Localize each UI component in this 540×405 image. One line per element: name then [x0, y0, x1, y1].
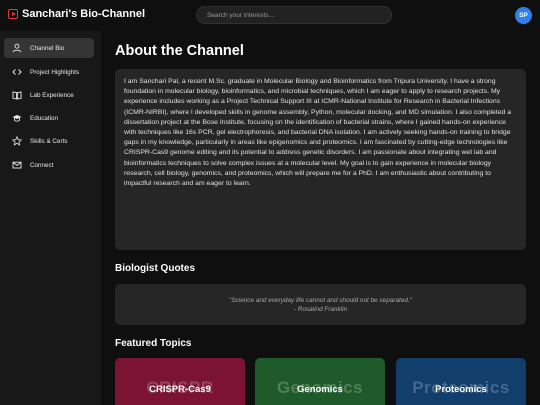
- sidebar-item-label: Connect: [30, 161, 54, 169]
- quote-text: "Science and everyday life cannot and sh…: [229, 296, 412, 304]
- topic-card-crispr[interactable]: CRISPR CRISPR-Cas9: [115, 358, 245, 405]
- code-icon: [12, 67, 22, 77]
- sidebar-item-connect[interactable]: Connect: [4, 155, 94, 175]
- sidebar-item-lab-experience[interactable]: Lab Experience: [4, 85, 94, 105]
- user-icon: [12, 43, 22, 53]
- bio-text: I am Sanchari Pal, a recent M.Sc. gradua…: [124, 78, 512, 188]
- main-content: About the Channel I am Sanchari Pal, a r…: [101, 31, 540, 405]
- quote-author: - Rosalind Franklin: [293, 305, 348, 313]
- graduation-cap-icon: [12, 113, 22, 123]
- sidebar-item-label: Project Highlights: [30, 68, 79, 76]
- avatar[interactable]: SP: [515, 7, 532, 24]
- topic-label: Genomics: [297, 384, 343, 395]
- sidebar-item-project-highlights[interactable]: Project Highlights: [4, 62, 94, 82]
- quote-card: "Science and everyday life cannot and sh…: [115, 284, 526, 325]
- sidebar: Channel Bio Project Highlights Lab Exper…: [0, 31, 101, 405]
- topic-card-proteomics[interactable]: Proteomics Proteomics: [396, 358, 526, 405]
- quotes-heading: Biologist Quotes: [115, 263, 195, 274]
- top-bar: Sanchari's Bio-Channel SP: [0, 0, 540, 31]
- star-icon: [12, 136, 22, 146]
- topic-label: CRISPR-Cas9: [149, 384, 211, 395]
- sidebar-item-channel-bio[interactable]: Channel Bio: [4, 38, 94, 58]
- sidebar-item-label: Education: [30, 114, 59, 122]
- book-icon: [12, 90, 22, 100]
- topic-label: Proteomics: [435, 384, 487, 395]
- app-title[interactable]: Sanchari's Bio-Channel: [22, 8, 145, 20]
- sidebar-item-label: Skills & Certs: [30, 137, 68, 145]
- sidebar-item-skills-certs[interactable]: Skills & Certs: [4, 131, 94, 151]
- envelope-icon: [12, 160, 22, 170]
- sidebar-item-label: Channel Bio: [30, 44, 65, 52]
- page-title: About the Channel: [115, 43, 244, 59]
- sidebar-item-label: Lab Experience: [30, 91, 74, 99]
- play-logo-icon[interactable]: [8, 9, 18, 19]
- topic-card-genomics[interactable]: Genomics Genomics: [255, 358, 385, 405]
- search-input[interactable]: [196, 6, 392, 24]
- sidebar-item-education[interactable]: Education: [4, 108, 94, 128]
- bio-card: I am Sanchari Pal, a recent M.Sc. gradua…: [115, 69, 526, 250]
- topics-heading: Featured Topics: [115, 338, 192, 349]
